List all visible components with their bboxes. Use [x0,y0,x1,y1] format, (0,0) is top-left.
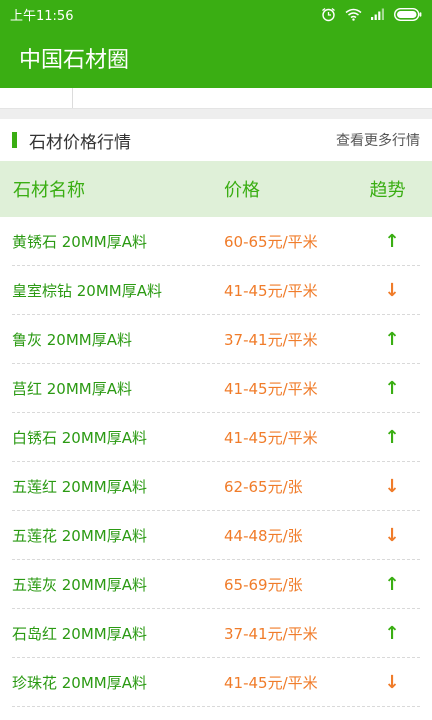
status-time: 上午11:56 [10,8,74,24]
more-prices-link[interactable]: 查看更多行情 [336,130,420,150]
section-title-group: 石材价格行情 [12,128,131,153]
table-header: 石材名称 价格 趋势 [0,161,432,217]
trend-up-icon: ↑ [384,426,400,448]
stone-name: 莒红 20MM厚A料 [12,379,133,398]
signal-icon [371,8,384,20]
stone-name: 五莲灰 20MM厚A料 [12,575,148,594]
app-bar: 中国石材圈 [0,28,432,88]
stone-price: 41-45元/平米 [224,281,318,300]
trend-up-icon: ↑ [384,622,400,644]
header-trend: 趋势 [369,180,406,201]
stone-price: 37-41元/平米 [224,330,318,349]
table-row[interactable]: 珍珠花 20MM厚A料 41-45元/平米 ↓ [12,658,420,707]
stone-name: 皇室棕钻 20MM厚A料 [12,281,163,300]
table-row[interactable]: 白锈石 20MM厚A料 41-45元/平米 ↑ [12,413,420,462]
stone-price: 44-48元/张 [224,526,303,545]
stone-name: 五莲红 20MM厚A料 [12,477,148,496]
stone-price: 37-41元/平米 [224,624,318,643]
stone-name: 黄锈石 20MM厚A料 [12,232,148,251]
table-row[interactable]: 五莲灰 20MM厚A料 65-69元/张 ↑ [12,560,420,609]
stone-name: 珍珠花 20MM厚A料 [12,673,148,692]
stone-price: 41-45元/平米 [224,673,318,692]
wifi-icon [345,8,362,21]
alarm-icon [322,7,335,21]
table-row[interactable]: 黄锈石 20MM厚A料 60-65元/平米 ↑ [12,217,420,266]
status-icons [321,7,422,22]
section-gap [0,109,432,119]
stone-name: 鲁灰 20MM厚A料 [12,330,133,349]
app-title: 中国石材圈 [19,48,130,73]
table-row[interactable]: 五莲红 20MM厚A料 62-65元/张 ↓ [12,462,420,511]
trend-up-icon: ↑ [384,328,400,350]
trend-down-icon: ↓ [384,524,400,546]
table-row[interactable]: 五莲花 20MM厚A料 44-48元/张 ↓ [12,511,420,560]
section-header: 石材价格行情 查看更多行情 [0,119,432,161]
stone-price: 62-65元/张 [224,477,303,496]
section-accent-bar [12,132,17,148]
header-name: 石材名称 [13,180,85,201]
stone-price: 41-45元/平米 [224,428,318,447]
table-row[interactable]: 莒红 20MM厚A料 41-45元/平米 ↑ [12,364,420,413]
trend-down-icon: ↓ [384,279,400,301]
status-bar: 上午11:56 [0,0,432,28]
stone-name: 五莲花 20MM厚A料 [12,526,148,545]
battery-icon [394,7,422,21]
table-row[interactable]: 鲁灰 20MM厚A料 37-41元/平米 ↑ [12,315,420,364]
trend-down-icon: ↓ [384,671,400,693]
section-title: 石材价格行情 [29,132,131,153]
stone-price: 60-65元/平米 [224,232,318,251]
price-list: 黄锈石 20MM厚A料 60-65元/平米 ↑ 皇室棕钻 20MM厚A料 41-… [0,217,432,707]
banner-strip [0,88,432,109]
trend-down-icon: ↓ [384,475,400,497]
table-row[interactable]: 皇室棕钻 20MM厚A料 41-45元/平米 ↓ [12,266,420,315]
header-price: 价格 [224,180,260,201]
trend-up-icon: ↑ [384,573,400,595]
stone-name: 白锈石 20MM厚A料 [12,428,148,447]
trend-up-icon: ↑ [384,377,400,399]
table-row[interactable]: 石岛红 20MM厚A料 37-41元/平米 ↑ [12,609,420,658]
stone-price: 41-45元/平米 [224,379,318,398]
stone-price: 65-69元/张 [224,575,303,594]
trend-up-icon: ↑ [384,230,400,252]
banner-divider [72,88,73,108]
stone-name: 石岛红 20MM厚A料 [12,624,148,643]
